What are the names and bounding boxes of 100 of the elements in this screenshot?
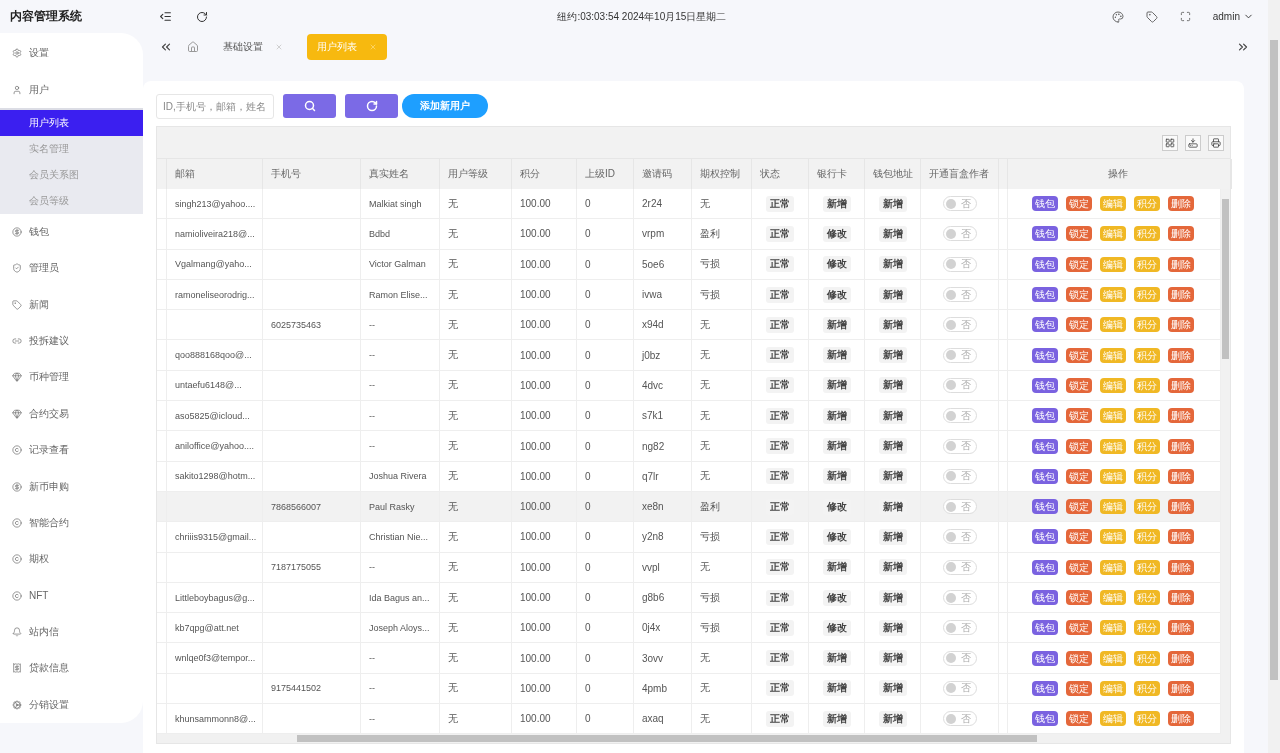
- action-button[interactable]: 编辑: [1099, 559, 1126, 575]
- action-button[interactable]: 删除: [1167, 650, 1194, 666]
- user-menu[interactable]: admin: [1212, 11, 1254, 22]
- wallet-address-link[interactable]: 新增: [878, 710, 907, 727]
- action-button[interactable]: 积分: [1133, 468, 1160, 484]
- toggle-switch[interactable]: 否: [942, 590, 977, 605]
- action-button[interactable]: 积分: [1133, 590, 1160, 605]
- wallet-address-link[interactable]: 新增: [878, 619, 907, 636]
- action-button[interactable]: 积分: [1133, 620, 1160, 636]
- sidebar-item[interactable]: 设置: [0, 35, 143, 72]
- action-button[interactable]: 锁定: [1065, 226, 1092, 242]
- toggle-switch[interactable]: 否: [942, 256, 977, 272]
- action-button[interactable]: 锁定: [1065, 347, 1092, 363]
- action-button[interactable]: 删除: [1167, 438, 1194, 454]
- sidebar-item[interactable]: 贷款信息: [0, 650, 143, 687]
- search-field[interactable]: ID,手机号，邮箱，姓名: [156, 93, 274, 119]
- wallet-address-link[interactable]: 新增: [878, 316, 907, 333]
- sidebar-item[interactable]: 新闻: [0, 286, 143, 323]
- action-button[interactable]: 锁定: [1065, 529, 1092, 545]
- table-row[interactable]: 6025735463 -- 无 100.00 0 x94d 无 正常 新增 新增 否 钱包 锁定 编辑 积分 删除: [157, 310, 1221, 341]
- bank-card-link[interactable]: 新增: [822, 377, 851, 394]
- toggle-switch[interactable]: 否: [942, 317, 977, 333]
- wallet-address-link[interactable]: 新增: [878, 225, 907, 242]
- action-button[interactable]: 积分: [1133, 529, 1160, 545]
- tab[interactable]: 用户列表: [307, 34, 387, 60]
- action-button[interactable]: 编辑: [1099, 196, 1126, 212]
- bank-card-link[interactable]: 修改: [822, 225, 851, 242]
- action-button[interactable]: 积分: [1133, 408, 1160, 424]
- sidebar-item[interactable]: 用户: [0, 71, 143, 108]
- refresh-icon[interactable]: [196, 10, 208, 23]
- sidebar-item[interactable]: NFT: [0, 577, 143, 614]
- action-button[interactable]: 删除: [1167, 559, 1194, 575]
- toggle-switch[interactable]: 否: [942, 226, 977, 242]
- toggle-switch[interactable]: 否: [942, 196, 977, 212]
- action-button[interactable]: 钱包: [1031, 226, 1058, 242]
- table-row[interactable]: untaefu6148@... -- 无 100.00 0 4dvc 无 正常 新增 新增 否 钱包 锁定 编辑 积分 删除: [157, 370, 1221, 402]
- action-button[interactable]: 钱包: [1031, 256, 1058, 272]
- sidebar-item[interactable]: 钱包: [0, 213, 143, 251]
- wallet-address-link[interactable]: 新增: [878, 528, 907, 545]
- sidebar-item[interactable]: 期权: [0, 541, 143, 578]
- action-button[interactable]: 编辑: [1099, 529, 1126, 545]
- action-button[interactable]: 编辑: [1099, 711, 1126, 727]
- print-button[interactable]: [1208, 134, 1224, 151]
- action-button[interactable]: 锁定: [1065, 256, 1092, 272]
- action-button[interactable]: 锁定: [1065, 408, 1092, 424]
- table-row[interactable]: aso5825@icloud... -- 无 100.00 0 s7k1 无 正常 新增 新增 否 钱包 锁定 编辑 积分 删除: [157, 401, 1221, 432]
- menu-icon[interactable]: [159, 10, 172, 23]
- action-button[interactable]: 锁定: [1065, 711, 1092, 727]
- action-button[interactable]: 钱包: [1031, 680, 1058, 696]
- toggle-switch[interactable]: 否: [942, 711, 977, 727]
- bank-card-link[interactable]: 修改: [822, 589, 851, 606]
- action-button[interactable]: 钱包: [1031, 590, 1058, 605]
- bank-card-link[interactable]: 修改: [822, 286, 851, 303]
- toggle-switch[interactable]: 否: [942, 499, 977, 515]
- columns-button[interactable]: [1162, 134, 1178, 151]
- action-button[interactable]: 编辑: [1099, 256, 1126, 272]
- sidebar-item[interactable]: 新币申购: [0, 468, 143, 505]
- sidebar-item[interactable]: 分销设置: [0, 686, 143, 723]
- action-button[interactable]: 钱包: [1031, 620, 1058, 636]
- action-button[interactable]: 锁定: [1065, 438, 1092, 454]
- action-button[interactable]: 锁定: [1065, 680, 1092, 696]
- wallet-address-link[interactable]: 新增: [878, 347, 907, 364]
- action-button[interactable]: 钱包: [1031, 317, 1058, 333]
- toggle-switch[interactable]: 否: [942, 468, 977, 484]
- bank-card-link[interactable]: 新增: [822, 710, 851, 727]
- action-button[interactable]: 积分: [1133, 226, 1160, 242]
- search-button[interactable]: [283, 94, 336, 118]
- wallet-address-link[interactable]: 新增: [878, 589, 907, 606]
- wallet-address-link[interactable]: 新增: [878, 195, 907, 212]
- action-button[interactable]: 钱包: [1031, 347, 1058, 363]
- reset-button[interactable]: [345, 94, 398, 118]
- wallet-address-link[interactable]: 新增: [878, 256, 907, 273]
- bank-card-link[interactable]: 新增: [822, 559, 851, 576]
- action-button[interactable]: 积分: [1133, 287, 1160, 303]
- action-button[interactable]: 删除: [1167, 680, 1194, 696]
- table-row[interactable]: wnlqe0f3@tempor... -- 无 100.00 0 3ovv 无 正常 新增 新增 否 钱包 锁定 编辑 积分 删除: [157, 643, 1221, 674]
- sidebar-subitem[interactable]: 会员关系图: [0, 161, 143, 188]
- table-row[interactable]: Vgalmang@yaho... Victor Galman 无 100.00 0 5oe6 亏损 正常 修改 新增 否 钱包 锁定 编辑 积分 删除: [157, 249, 1221, 280]
- table-row[interactable]: ramoneliseorodrig... Ramon Elise... 无 100.00 0 ivwa 亏损 正常 修改 新增 否 钱包 锁定 编辑 积分 删除: [157, 279, 1221, 311]
- action-button[interactable]: 钱包: [1031, 499, 1058, 515]
- bank-card-link[interactable]: 新增: [822, 316, 851, 333]
- sidebar-item[interactable]: 站内信: [0, 613, 143, 651]
- table-row[interactable]: qoo888168qoo@... -- 无 100.00 0 j0bz 无 正常 新增 新增 否 钱包 锁定 编辑 积分 删除: [157, 340, 1221, 371]
- action-button[interactable]: 钱包: [1031, 287, 1058, 303]
- toggle-switch[interactable]: 否: [942, 408, 977, 424]
- action-button[interactable]: 钱包: [1031, 559, 1058, 575]
- sidebar-subitem[interactable]: 实名管理: [0, 135, 143, 162]
- bank-card-link[interactable]: 新增: [822, 347, 851, 364]
- wallet-address-link[interactable]: 新增: [878, 468, 907, 485]
- tab[interactable]: 基础设置: [213, 34, 293, 60]
- action-button[interactable]: 编辑: [1099, 590, 1126, 605]
- action-button[interactable]: 钱包: [1031, 711, 1058, 727]
- action-button[interactable]: 锁定: [1065, 196, 1092, 212]
- action-button[interactable]: 编辑: [1099, 468, 1126, 484]
- action-button[interactable]: 锁定: [1065, 317, 1092, 333]
- action-button[interactable]: 删除: [1167, 287, 1194, 303]
- action-button[interactable]: 积分: [1133, 196, 1160, 212]
- action-button[interactable]: 删除: [1167, 620, 1194, 636]
- bank-card-link[interactable]: 修改: [822, 256, 851, 273]
- action-button[interactable]: 积分: [1133, 347, 1160, 363]
